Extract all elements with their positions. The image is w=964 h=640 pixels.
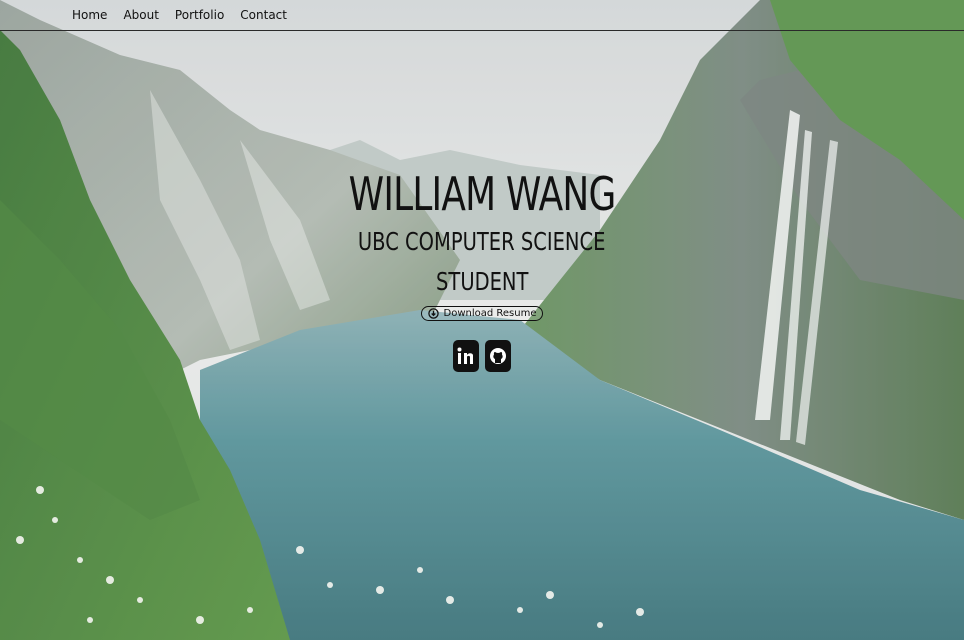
- nav-link-portfolio[interactable]: Portfolio: [175, 8, 224, 22]
- download-resume-label: Download Resume: [443, 308, 537, 319]
- social-links: [453, 340, 511, 372]
- page-title: WILLIAM WANG: [348, 167, 617, 221]
- github-button[interactable]: [485, 340, 511, 372]
- top-nav-bar: Home About Portfolio Contact: [0, 0, 964, 31]
- subtitle-line-2: STUDENT: [435, 267, 529, 296]
- nav-link-contact[interactable]: Contact: [240, 8, 287, 22]
- linkedin-button[interactable]: [453, 340, 479, 372]
- nav-links: Home About Portfolio Contact: [72, 8, 287, 22]
- linkedin-icon: [457, 347, 473, 364]
- download-icon: [427, 308, 439, 319]
- hero-section: WILLIAM WANG UBC COMPUTER SCIENCE STUDEN…: [0, 160, 964, 372]
- github-icon: [490, 348, 506, 364]
- nav-link-home[interactable]: Home: [72, 8, 107, 22]
- download-resume-button[interactable]: Download Resume: [420, 306, 544, 321]
- nav-link-about[interactable]: About: [123, 8, 158, 22]
- subtitle-line-1: UBC COMPUTER SCIENCE: [358, 227, 606, 256]
